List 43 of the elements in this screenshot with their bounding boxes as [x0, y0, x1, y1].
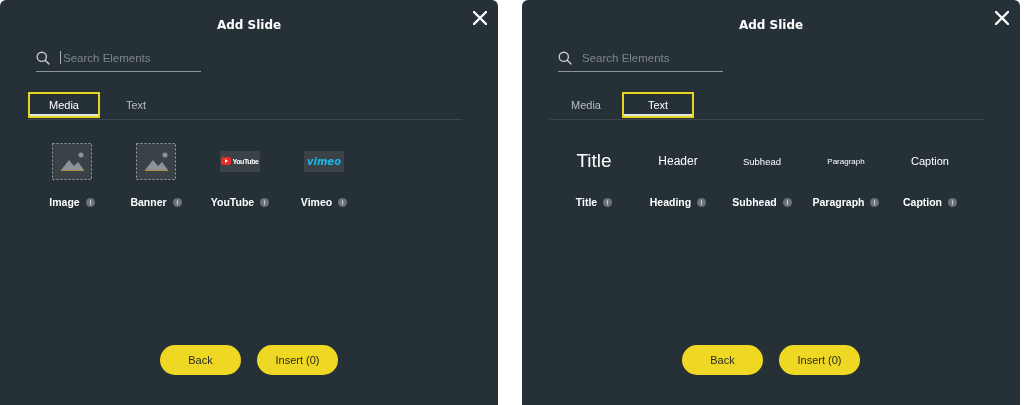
element-label: Title	[575, 196, 598, 208]
dialog-button[interactable]: Back	[160, 345, 241, 375]
text-style-preview[interactable]: Paragraph	[827, 156, 865, 166]
info-icon[interactable]	[782, 197, 792, 207]
info-icon[interactable]	[948, 197, 958, 207]
text-style-preview[interactable]: Header	[658, 154, 698, 168]
dialog-button[interactable]: Insert (0)	[257, 345, 338, 375]
vimeo-logo[interactable]: vimeo	[304, 150, 344, 172]
element-label: Caption	[902, 196, 943, 208]
search-icon	[558, 50, 572, 65]
info-icon[interactable]	[870, 197, 880, 207]
search-field[interactable]: Search Elements	[63, 51, 183, 64]
element-label: YouTube	[210, 196, 255, 208]
dialog-button[interactable]: Insert (0)	[779, 345, 860, 375]
search-icon	[36, 50, 50, 65]
info-icon[interactable]	[85, 197, 95, 207]
dialog-title: Add Slide	[215, 18, 283, 32]
element-label: Subhead	[732, 196, 777, 208]
text-style-preview[interactable]: Caption	[911, 155, 949, 167]
tab[interactable]: Media	[550, 92, 622, 118]
text-style-preview[interactable]: Title	[576, 150, 612, 172]
info-icon[interactable]	[172, 197, 182, 207]
element-label: Image	[49, 196, 80, 208]
info-icon[interactable]	[603, 197, 613, 207]
element-label: Paragraph	[812, 196, 865, 208]
image-placeholder-icon[interactable]	[136, 142, 176, 180]
info-icon[interactable]	[697, 197, 707, 207]
close-icon[interactable]	[995, 11, 1009, 25]
text-style-preview[interactable]: Subhead	[742, 155, 781, 167]
image-placeholder-icon[interactable]	[52, 142, 92, 180]
play-icon	[221, 157, 232, 165]
info-icon[interactable]	[338, 197, 348, 207]
dialog-title: Add Slide	[737, 18, 805, 32]
tab[interactable]: Media	[28, 92, 100, 118]
info-icon[interactable]	[260, 197, 270, 207]
element-label: Banner	[130, 196, 167, 208]
dialog-button[interactable]: Back	[682, 345, 763, 375]
element-label: Heading	[649, 196, 692, 208]
tab[interactable]: Text	[622, 92, 694, 118]
element-label: Vimeo	[300, 196, 333, 208]
search-field[interactable]: Search Elements	[582, 51, 702, 64]
tab[interactable]: Text	[100, 92, 172, 118]
close-icon[interactable]	[473, 11, 487, 25]
